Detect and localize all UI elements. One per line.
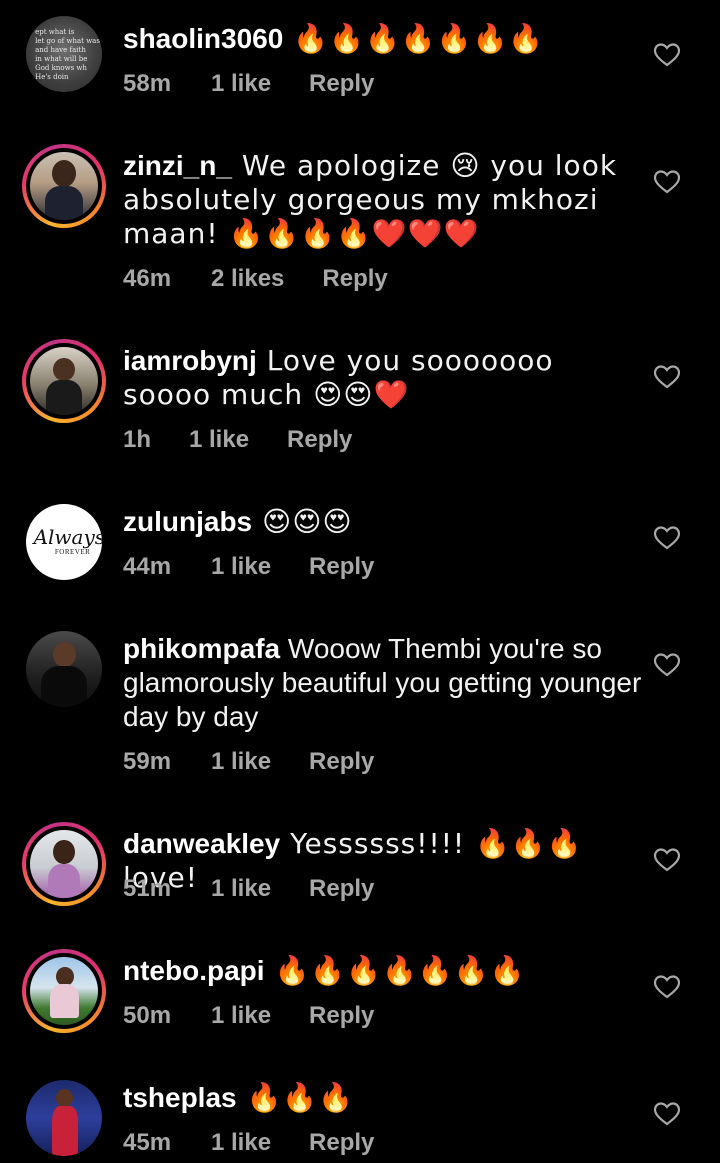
always-forever-logo-avatar: Always FOREVER [26, 504, 102, 580]
timestamp: 59m [123, 748, 172, 775]
heart-icon[interactable] [654, 526, 680, 550]
portrait-avatar [30, 957, 98, 1025]
comment-body: phikompafa Wooow Thembi you're so glamor… [123, 632, 643, 734]
like-count[interactable]: 1 like [211, 875, 271, 903]
like-count[interactable]: 1 like [211, 553, 271, 581]
comment-text: 🔥🔥🔥🔥🔥🔥🔥 [283, 22, 545, 55]
comment-body: tsheplas 🔥🔥🔥 [123, 1081, 643, 1115]
heart-icon[interactable] [654, 653, 680, 677]
timestamp: 45m [123, 1129, 172, 1156]
avatar[interactable] [22, 949, 106, 1033]
portrait-avatar [30, 152, 98, 220]
timestamp: 44m [123, 553, 172, 580]
comment-text: 😍😍😍 [252, 505, 353, 538]
username[interactable]: shaolin3060 [123, 23, 283, 54]
username[interactable]: zinzi_n_ [123, 150, 232, 181]
avatar-caption: let go of what was [35, 37, 100, 46]
avatar-caption: and have faith [35, 46, 86, 55]
heart-icon[interactable] [654, 975, 680, 999]
portrait-avatar [26, 1080, 102, 1156]
portrait-avatar [26, 631, 102, 707]
comment-meta: 50m 1 like Reply [123, 1002, 374, 1030]
reply-button[interactable]: Reply [309, 1002, 374, 1030]
timestamp: 58m [123, 70, 172, 97]
reply-button[interactable]: Reply [322, 265, 387, 293]
timestamp: 51m [123, 875, 172, 902]
username[interactable]: iamrobynj [123, 345, 257, 376]
comment-meta: 58m 1 like Reply [123, 70, 374, 98]
username[interactable]: phikompafa [123, 633, 280, 664]
timestamp: 1h [123, 426, 152, 453]
reply-button[interactable]: Reply [309, 70, 374, 98]
like-count[interactable]: 1 like [211, 748, 271, 776]
avatar[interactable] [22, 627, 106, 711]
avatar[interactable]: ept what is let go of what was and have … [22, 12, 106, 96]
comment-body: ntebo.papi 🔥🔥🔥🔥🔥🔥🔥 [123, 954, 643, 988]
reply-button[interactable]: Reply [309, 748, 374, 776]
comment-meta: 44m 1 like Reply [123, 553, 374, 581]
comment-body: shaolin3060 🔥🔥🔥🔥🔥🔥🔥 [123, 22, 643, 56]
comment-text: 🔥🔥🔥🔥🔥🔥🔥 [264, 954, 526, 987]
comment-meta: 1h 1 like Reply [123, 426, 352, 454]
reply-button[interactable]: Reply [287, 426, 352, 454]
reply-button[interactable]: Reply [309, 553, 374, 581]
username[interactable]: zulunjabs [123, 506, 252, 537]
like-count[interactable]: 1 like [211, 1129, 271, 1157]
logo-subtitle: FOREVER [54, 548, 91, 557]
username[interactable]: tsheplas [123, 1082, 237, 1113]
reply-button[interactable]: Reply [309, 1129, 374, 1157]
comment-body: zinzi_n_ We apologize 😢 you look absolut… [123, 149, 643, 251]
portrait-avatar [30, 830, 98, 898]
avatar[interactable] [22, 822, 106, 906]
reply-button[interactable]: Reply [309, 875, 374, 903]
comment-meta: 59m 1 like Reply [123, 748, 374, 776]
avatar[interactable] [22, 144, 106, 228]
avatar-caption: in what will be [35, 55, 88, 64]
like-count[interactable]: 2 likes [211, 265, 284, 293]
avatar-caption: ept what is [35, 28, 75, 37]
like-count[interactable]: 1 like [211, 70, 271, 98]
avatar-caption: He's doin [35, 73, 69, 82]
portrait-avatar [30, 347, 98, 415]
like-count[interactable]: 1 like [211, 1002, 271, 1030]
timestamp: 46m [123, 265, 172, 292]
comment-meta: 45m 1 like Reply [123, 1129, 374, 1157]
heart-icon[interactable] [654, 848, 680, 872]
comment-meta: 51m 1 like Reply [123, 875, 374, 903]
heart-icon[interactable] [654, 365, 680, 389]
avatar-caption: God knows wh [35, 64, 87, 73]
avatar[interactable] [22, 339, 106, 423]
heart-icon[interactable] [654, 1102, 680, 1126]
comment-body: iamrobynj Love you sooooooo soooo much 😍… [123, 344, 643, 412]
like-count[interactable]: 1 like [189, 426, 249, 454]
timestamp: 50m [123, 1002, 172, 1029]
avatar[interactable] [22, 1076, 106, 1160]
username[interactable]: ntebo.papi [123, 955, 265, 986]
logo-script: Always [33, 525, 102, 550]
quote-image-avatar: ept what is let go of what was and have … [26, 16, 102, 92]
comment-text: 🔥🔥🔥 [236, 1081, 355, 1114]
username[interactable]: danweakley [123, 828, 280, 859]
comment-body: zulunjabs 😍😍😍 [123, 505, 643, 539]
comment-meta: 46m 2 likes Reply [123, 265, 388, 293]
avatar[interactable]: Always FOREVER [22, 500, 106, 584]
heart-icon[interactable] [654, 43, 680, 67]
heart-icon[interactable] [654, 170, 680, 194]
